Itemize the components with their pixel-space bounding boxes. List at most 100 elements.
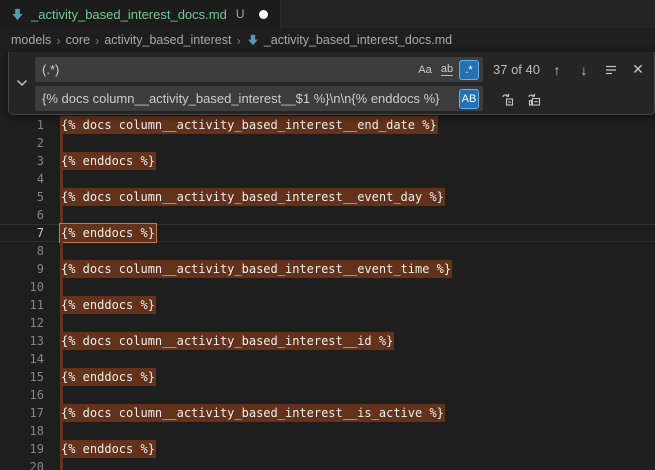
replace-actions	[491, 88, 545, 110]
find-match-highlight: {% enddocs %}	[60, 368, 156, 386]
line-content[interactable]: {% enddocs %}	[44, 440, 156, 458]
find-in-selection-button[interactable]	[600, 59, 622, 81]
line-number: 7	[0, 224, 44, 242]
editor-line: 8	[0, 242, 655, 260]
tab-activity-based-interest-docs[interactable]: _activity_based_interest_docs.md U	[0, 0, 281, 28]
line-content[interactable]	[44, 422, 63, 440]
replace-icon	[499, 91, 515, 107]
editor-line: 7 {% enddocs %}	[0, 224, 655, 242]
line-number: 18	[0, 422, 44, 440]
editor-line: 4	[0, 170, 655, 188]
line-content[interactable]	[44, 386, 63, 404]
editor-line: 13 {% docs column__activity_based_intere…	[0, 332, 655, 350]
editor-line: 1 {% docs column__activity_based_interes…	[0, 116, 655, 134]
find-match-highlight	[60, 206, 63, 224]
chevron-down-icon	[16, 79, 28, 87]
line-content[interactable]	[44, 242, 63, 260]
editor-line: 19 {% enddocs %}	[0, 440, 655, 458]
editor-line: 15 {% enddocs %}	[0, 368, 655, 386]
line-content[interactable]: {% enddocs %}	[44, 368, 156, 386]
line-number: 13	[0, 332, 44, 350]
line-number: 20	[0, 458, 44, 470]
line-content[interactable]	[44, 134, 63, 152]
line-number: 5	[0, 188, 44, 206]
breadcrumb: models›core›activity_based_interest› _ac…	[0, 28, 655, 52]
editor-line: 2	[0, 134, 655, 152]
line-number: 11	[0, 296, 44, 314]
line-number: 2	[0, 134, 44, 152]
find-match-highlight	[60, 170, 63, 188]
editor-line: 18	[0, 422, 655, 440]
line-number: 17	[0, 404, 44, 422]
find-match-highlight: {% docs column__activity_based_interest_…	[60, 116, 438, 134]
next-match-button[interactable]: ↓	[573, 59, 595, 81]
find-match-highlight	[60, 458, 63, 470]
tab-bar: _activity_based_interest_docs.md U	[0, 0, 655, 28]
whole-word-button[interactable]: ab	[437, 60, 457, 80]
find-match-highlight: {% enddocs %}	[60, 152, 156, 170]
line-number: 12	[0, 314, 44, 332]
line-content[interactable]: {% docs column__activity_based_interest_…	[44, 260, 452, 278]
find-match-highlight	[60, 386, 63, 404]
editor-line: 16	[0, 386, 655, 404]
breadcrumb-separator-icon: ›	[236, 33, 240, 48]
line-content[interactable]: {% docs column__activity_based_interest_…	[44, 332, 394, 350]
line-content[interactable]	[44, 170, 63, 188]
line-content[interactable]: {% docs column__activity_based_interest_…	[44, 116, 438, 134]
unsaved-dot-icon[interactable]	[259, 10, 268, 19]
line-number: 16	[0, 386, 44, 404]
line-content[interactable]: {% docs column__activity_based_interest_…	[44, 188, 445, 206]
line-content[interactable]	[44, 206, 63, 224]
replace-input[interactable]: {% docs column__activity_based_interest_…	[35, 86, 483, 111]
line-number: 15	[0, 368, 44, 386]
breadcrumb-label: _activity_based_interest_docs.md	[264, 33, 452, 47]
line-content[interactable]: {% enddocs %}	[44, 296, 156, 314]
line-number: 19	[0, 440, 44, 458]
line-content[interactable]: {% docs column__activity_based_interest_…	[44, 404, 445, 422]
line-number: 3	[0, 152, 44, 170]
find-row: (.*) Aa ab .* 37 of 40 ↑ ↓	[35, 57, 654, 82]
match-case-button[interactable]: Aa	[415, 60, 435, 80]
breadcrumb-label: core	[66, 33, 90, 47]
line-content[interactable]	[44, 458, 63, 470]
editor-line: 9 {% docs column__activity_based_interes…	[0, 260, 655, 278]
line-number: 1	[0, 116, 44, 134]
replace-all-button[interactable]	[523, 88, 545, 110]
regex-button[interactable]: .*	[459, 60, 479, 80]
line-content[interactable]	[44, 314, 63, 332]
find-input[interactable]: (.*) Aa ab .*	[35, 57, 483, 82]
find-match-highlight: {% docs column__activity_based_interest_…	[60, 404, 445, 422]
find-match-highlight	[60, 422, 63, 440]
breadcrumb-item-models[interactable]: models	[11, 33, 51, 47]
toggle-replace-button[interactable]	[9, 52, 35, 114]
line-content[interactable]: {% enddocs %}	[44, 152, 156, 170]
breadcrumb-item-activity_based_interest[interactable]: activity_based_interest	[104, 33, 231, 47]
markdown-icon	[246, 33, 260, 47]
line-content[interactable]: {% enddocs %}	[44, 224, 156, 242]
replace-button[interactable]	[496, 88, 518, 110]
previous-match-button[interactable]: ↑	[546, 59, 568, 81]
breadcrumb-separator-icon: ›	[56, 33, 60, 48]
editor-line: 5 {% docs column__activity_based_interes…	[0, 188, 655, 206]
line-number: 8	[0, 242, 44, 260]
close-find-button[interactable]: ✕	[627, 59, 649, 81]
editor-area: (.*) Aa ab .* 37 of 40 ↑ ↓	[0, 52, 655, 470]
find-match-highlight	[60, 350, 63, 368]
selection-lines-icon	[604, 63, 618, 77]
match-count: 37 of 40	[493, 62, 540, 77]
preserve-case-button[interactable]: AB	[459, 89, 479, 109]
editor-line: 10	[0, 278, 655, 296]
editor-line: 12	[0, 314, 655, 332]
find-match-highlight	[60, 242, 63, 260]
git-status-badge: U	[236, 7, 245, 21]
line-number: 9	[0, 260, 44, 278]
find-match-highlight	[60, 134, 63, 152]
line-content[interactable]	[44, 350, 63, 368]
line-number: 10	[0, 278, 44, 296]
tab-title: _activity_based_interest_docs.md	[31, 7, 227, 22]
breadcrumb-item-_activity_based_interest_docs.md[interactable]: _activity_based_interest_docs.md	[246, 33, 452, 47]
editor-line: 3 {% enddocs %}	[0, 152, 655, 170]
replace-value: {% docs column__activity_based_interest_…	[42, 91, 459, 106]
line-content[interactable]	[44, 278, 63, 296]
breadcrumb-item-core[interactable]: core	[66, 33, 90, 47]
